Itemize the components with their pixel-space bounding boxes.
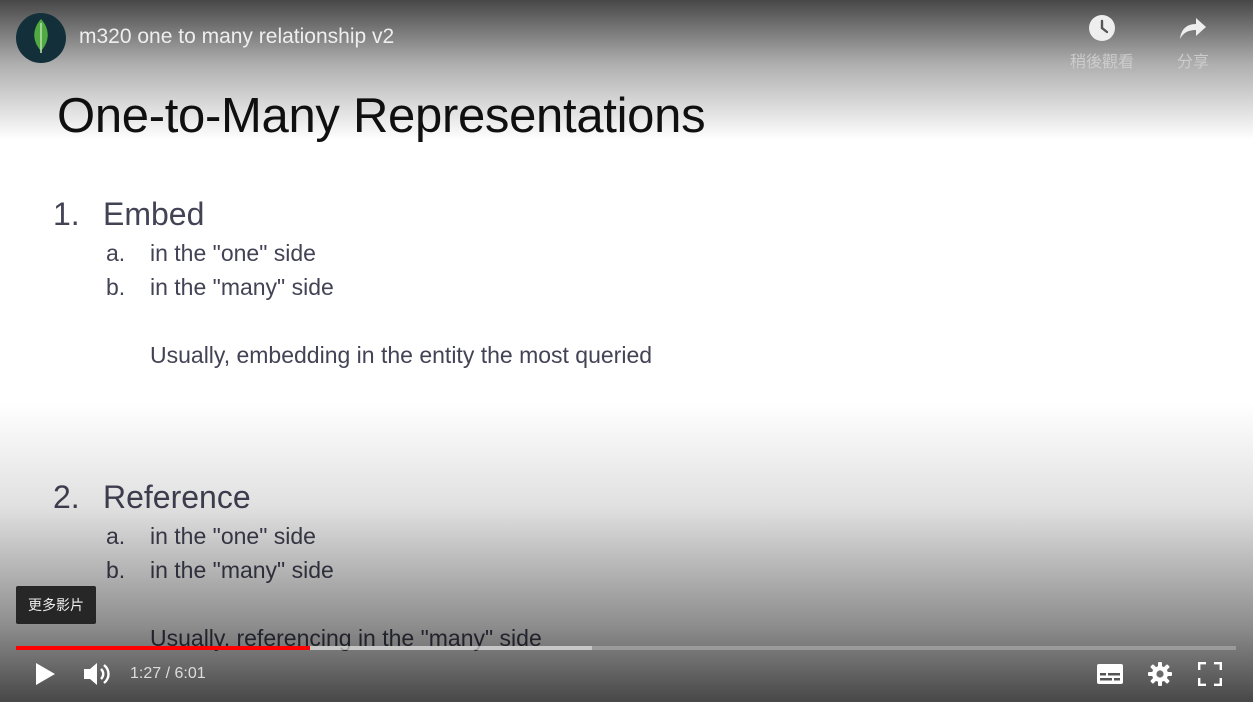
list-item: b. in the "many" side	[106, 557, 334, 584]
section-number: 2.	[53, 479, 80, 515]
list-item: b. in the "many" side	[106, 274, 334, 301]
section-heading: Embed	[103, 196, 205, 232]
section-reference: 2. Reference	[53, 479, 251, 516]
section-embed: 1. Embed	[53, 196, 204, 233]
list-item: a. in the "one" side	[106, 240, 316, 267]
section-heading: Reference	[103, 479, 251, 515]
progress-played	[16, 646, 311, 650]
video-player[interactable]: One-to-Many Representations 1. Embed a. …	[0, 0, 1253, 702]
item-letter: a.	[106, 523, 126, 549]
item-letter: b.	[106, 274, 126, 300]
item-text: in the "many" side	[150, 557, 334, 583]
watch-later-button[interactable]: 稍後觀看	[1062, 14, 1142, 72]
list-item: a. in the "one" side	[106, 523, 316, 550]
time-display: 1:27 / 6:01	[130, 665, 206, 683]
duration: 6:01	[174, 665, 206, 682]
subtitles-icon	[1097, 663, 1123, 689]
channel-avatar[interactable]	[16, 13, 66, 63]
slide-title: One-to-Many Representations	[57, 89, 706, 143]
settings-button[interactable]	[1144, 660, 1176, 692]
watch-later-label: 稍後觀看	[1069, 54, 1134, 71]
gear-icon	[1147, 661, 1173, 692]
play-icon	[34, 662, 56, 691]
item-text: in the "one" side	[150, 523, 316, 549]
item-letter: b.	[106, 557, 126, 583]
play-button[interactable]	[30, 661, 60, 691]
channel-logo-icon	[30, 18, 52, 59]
current-time: 1:27	[130, 665, 162, 682]
fullscreen-icon	[1197, 661, 1223, 691]
share-arrow-icon	[1153, 14, 1233, 44]
progress-bar[interactable]	[16, 646, 1236, 650]
more-videos-tooltip: 更多影片	[16, 586, 96, 624]
item-text: in the "many" side	[150, 274, 334, 300]
share-label: 分享	[1176, 54, 1209, 71]
fullscreen-button[interactable]	[1194, 660, 1226, 692]
time-separator: /	[161, 665, 175, 682]
share-button[interactable]: 分享	[1153, 14, 1233, 72]
item-text: in the "one" side	[150, 240, 316, 266]
subtitles-button[interactable]	[1093, 662, 1127, 690]
volume-icon	[82, 660, 112, 693]
item-letter: a.	[106, 240, 126, 266]
mute-button[interactable]	[80, 660, 114, 692]
section-note: Usually, embedding in the entity the mos…	[150, 342, 653, 368]
clock-icon	[1062, 14, 1142, 44]
video-title[interactable]: m320 one to many relationship v2	[79, 25, 394, 49]
bottom-gradient	[0, 402, 1253, 702]
section-number: 1.	[53, 196, 80, 232]
